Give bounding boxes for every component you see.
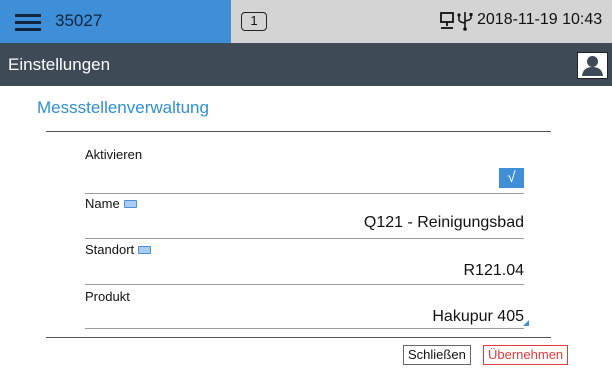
section-divider-bottom [46, 337, 551, 338]
status-bar: 35027 1 2018-11-19 10:43 [0, 0, 612, 43]
activate-checkbox[interactable]: √ [499, 168, 524, 188]
location-label-text: Standort [85, 242, 135, 257]
section-divider-top [46, 131, 551, 132]
keyboard-icon [138, 245, 152, 254]
activate-label: Aktivieren [85, 147, 143, 162]
dropdown-corner-icon [523, 320, 529, 326]
location-field[interactable]: R121.04 [464, 262, 525, 280]
screen: 35027 1 2018-11-19 10:43 Einstellungen M… [0, 0, 612, 372]
title-bar: Einstellungen [0, 43, 612, 86]
apply-button[interactable]: Übernehmen [483, 345, 569, 365]
checkbox-check-icon: √ [507, 169, 516, 186]
page-title: Einstellungen [8, 55, 111, 74]
close-button[interactable]: Schließen [403, 345, 471, 365]
connection-status-icons [440, 12, 473, 31]
location-underline [85, 284, 524, 285]
usb-icon [457, 12, 473, 31]
user-button[interactable] [577, 52, 608, 79]
menu-icon[interactable] [15, 13, 41, 31]
section-title: Messstellenverwaltung [37, 98, 209, 117]
message-count-badge[interactable]: 1 [241, 12, 267, 31]
product-select[interactable]: Hakupur 405 [432, 308, 524, 326]
name-field[interactable]: Q121 - Reinigungsbad [364, 214, 524, 232]
name-label: Name [85, 196, 137, 211]
keyboard-icon [123, 199, 137, 208]
product-label: Produkt [85, 289, 130, 304]
device-id: 35027 [55, 11, 103, 30]
user-icon [582, 56, 603, 76]
datetime: 2018-11-19 10:43 [477, 11, 603, 28]
activate-underline [85, 193, 524, 194]
location-label: Standort [85, 242, 152, 257]
network-icon [440, 12, 454, 29]
name-label-text: Name [85, 196, 120, 211]
name-underline [85, 238, 524, 239]
product-underline [85, 328, 524, 329]
